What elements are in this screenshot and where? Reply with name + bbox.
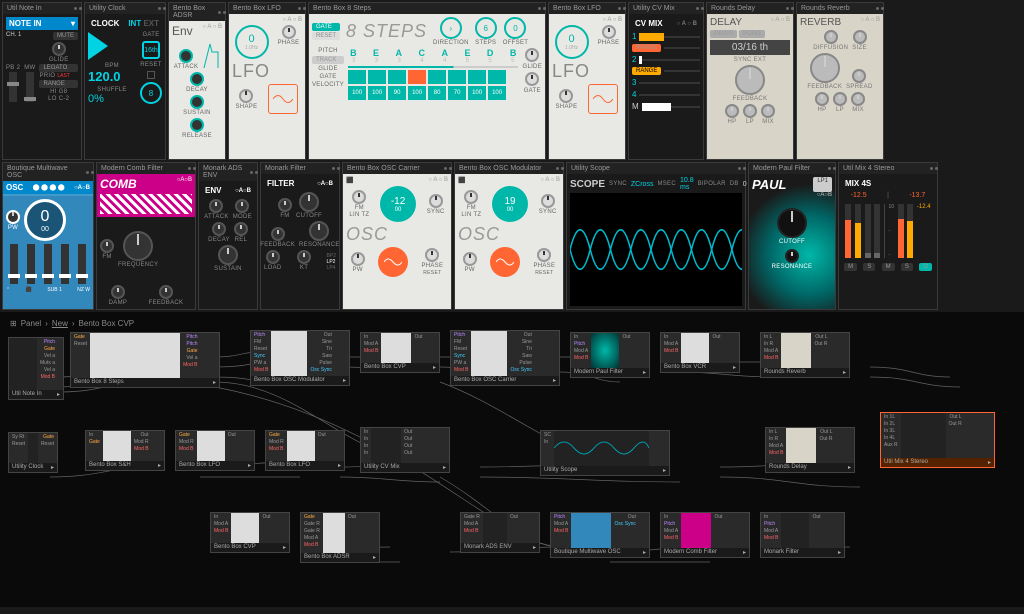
node-cvp1[interactable]: InMod AMod BOut Bento Box CVP▸ [360,332,440,373]
module-mix4s: Util Mix 4 Stereo MIX 4S -12.5 | -13.7 1… [838,162,938,310]
reset-button[interactable]: RESET [312,32,340,40]
bpm-value[interactable]: 120.0 [88,69,136,84]
ext-button[interactable]: EXT [143,19,159,28]
attack-knob[interactable] [179,49,193,63]
breadcrumb: ⊞ Panel› New› Bento Box CVP [4,316,1020,331]
module-lfo2: Bento Box LFO ○ A ○ B 01.0Hz PHASE LFO S… [548,2,626,160]
offset-knob[interactable]: 0 [504,17,526,39]
legato-button[interactable]: LEGATO [39,64,78,72]
node-osc-carrier[interactable]: PitchFMResetSyncPW aMod BOutSineTriSawPu… [450,330,560,386]
header-dots-icon[interactable] [71,5,77,12]
node-mwosc[interactable]: PitchMod AMod BOutOsc Sync Boutique Mult… [550,512,650,558]
patch-graph[interactable]: ⊞ Panel› New› Bento Box CVP [0,312,1024,607]
module-adsr: Bento Box ADSR Env○ A ○ B ATTACK DECAY S… [168,2,226,160]
module-lfo1: Bento Box LFO ○ A ○ B 01.0Hz PHASE LFO S… [228,2,306,160]
module-adsenv: Monark ADS ENV ENV○A○B ATTACKMODE DECAYR… [198,162,258,310]
module-scope: Utility Scope SCOPE SYNCZCross mSec10.8 … [566,162,746,310]
expand-icon[interactable]: ⊞ [10,319,17,328]
scope-display [570,193,742,306]
module-clock: Utility Clock CLOCKINT EXT BPM120.0 SHUF… [84,2,166,160]
node-comb[interactable]: InPitchMod AMod BOut Modern Comb Filter▸ [660,512,750,558]
release-knob[interactable] [190,118,204,132]
track-button[interactable]: TRACK [312,56,344,64]
node-lfo2[interactable]: GateMod RMod BOut Bento Box LFO▸ [265,430,345,471]
grain-button[interactable]: GRAIN [710,30,737,38]
node-vcr[interactable]: InMod AMod BOut Bento Box VCR▸ [660,332,740,373]
gate-knob[interactable] [525,72,539,86]
gate-div[interactable]: 16th [144,47,158,54]
shuffle-value[interactable]: 0% [88,93,136,105]
glide-knob[interactable] [525,48,539,62]
filter-mode[interactable]: LP1 [813,177,832,192]
node-mix4s[interactable]: In 1LIn 2LIn 3LIn 4LAux ROut LOut R Util… [880,412,995,468]
feedback-knob[interactable] [735,65,765,95]
range-button[interactable]: RANGE [632,67,661,75]
node-delay[interactable]: In LIn RMod AMod BOut LOut R Rounds Dela… [765,427,855,473]
cutoff-knob[interactable] [777,208,807,238]
delay-time[interactable]: 03/16 th [710,40,790,55]
node-paul[interactable]: InPitchMod AMod BOut Modern Paul Filter▸ [570,332,650,378]
module-delay: Rounds Delay DELAY○ A ○ B GRAINPONG 03/1… [706,2,794,160]
module-8steps: Bento Box 8 Steps GATE RESET 8 STEPS ›DI… [308,2,546,160]
shape-knob[interactable] [239,89,253,103]
pong-button[interactable]: PONG [739,30,765,38]
module-mwosc: Boutique Multiwave OSC OSC⬤ ⬤ ⬤ ⬤○A○B PW… [2,162,94,310]
title: NOTE IN [9,19,41,28]
node-lfo1[interactable]: GateMod RMod BOut Bento Box LFO▸ [175,430,255,471]
steps-knob[interactable]: 6 [475,17,497,39]
module-cvmix: Utility CV Mix CV MIX○ A ○ B 1 RANGE 2 R… [628,2,704,160]
channel[interactable]: CH. 1 [6,32,21,40]
module-comb: Modern Comb Filter COMB○A○B FM FREQUENCY… [96,162,196,310]
node-8steps[interactable]: GateResetPitchPitchGateVel aMod B Bento … [70,332,220,388]
module-reverb: Rounds Reverb REVERB○ A ○ B DIFFUSION SI… [796,2,884,160]
comb-pattern-icon [100,194,192,214]
dropdown-icon[interactable]: ▾ [71,19,75,28]
env-shape-icon [202,40,220,70]
node-cvmix[interactable]: InInInInOutOutOutOut Utility CV Mix▸ [360,427,450,473]
header-dots-icon[interactable] [215,9,221,16]
crumb-panel[interactable]: Panel [21,319,41,328]
node-cvp2[interactable]: InMod AMod BOut Bento Box CVP▸ [210,512,290,553]
reset-led [147,71,155,79]
sustain-knob[interactable] [190,95,204,109]
shape-knob[interactable] [559,89,573,103]
crumb-current[interactable]: Bento Box CVP [79,319,135,328]
decay-knob[interactable] [190,72,204,86]
node-adsenv[interactable]: Gate RMod AMod BOut Monark ADS ENV▸ [460,512,540,553]
wave-display [268,84,298,114]
gate-button[interactable]: GATE [312,23,340,31]
node-reverb[interactable]: In LIn RMod AMod BOut LOut R Rounds Reve… [760,332,850,378]
module-mfilter: Monark Filter FILTER○A○B FMCUTOFF FEEDBA… [260,162,340,310]
node-osc-mod[interactable]: PitchFMResetSyncPW aMod BOutSineTriSawPu… [250,330,350,386]
range-button[interactable]: RANGE [632,44,661,52]
phase-knob[interactable] [602,25,616,39]
frequency-knob[interactable] [123,231,153,261]
node-sah[interactable]: InGateOutMod RMod B Bento Box S&H▸ [85,430,165,471]
reset-count[interactable]: 8 [149,89,153,98]
node-note-in[interactable]: PitchGateVel aMutx aVel aMod B Util Note… [8,337,64,400]
play-button[interactable] [88,32,108,60]
glide-knob[interactable] [52,42,66,56]
int-button[interactable]: INT [128,19,141,28]
crumb-new[interactable]: New [52,319,68,328]
range-button[interactable]: RANGE [39,80,78,88]
mute-button[interactable]: MUTE [53,32,78,40]
node-clock[interactable]: Sy RtResetGateReset Utility Clock▸ [8,432,58,473]
module-paul: Modern Paul Filter PAULLP1 ○A○B CUTOFF R… [748,162,836,310]
phase-knob[interactable] [282,25,296,39]
node-mfilter[interactable]: InPitchMod AMod BOut Monark Filter▸ [760,512,845,558]
header: Util Note In [7,5,42,12]
node-scope[interactable]: SCIn Utility Scope▸ [540,430,670,476]
module-osc-carrier: Bento Box OSC Carrier ⬛○ A ○ B FMLIN TZ … [342,162,452,310]
module-note-in: Util Note In NOTE IN▾ CH. 1MUTE PB 2 MW … [2,2,82,160]
module-osc-modulator: Bento Box OSC Modulator ⬛○ A ○ B FMLIN T… [454,162,564,310]
header-dots-icon[interactable] [155,5,161,12]
node-adsr[interactable]: GateGate RGate RMod AMod BOut Bento Box … [300,512,380,563]
feedback-knob[interactable] [810,53,840,83]
